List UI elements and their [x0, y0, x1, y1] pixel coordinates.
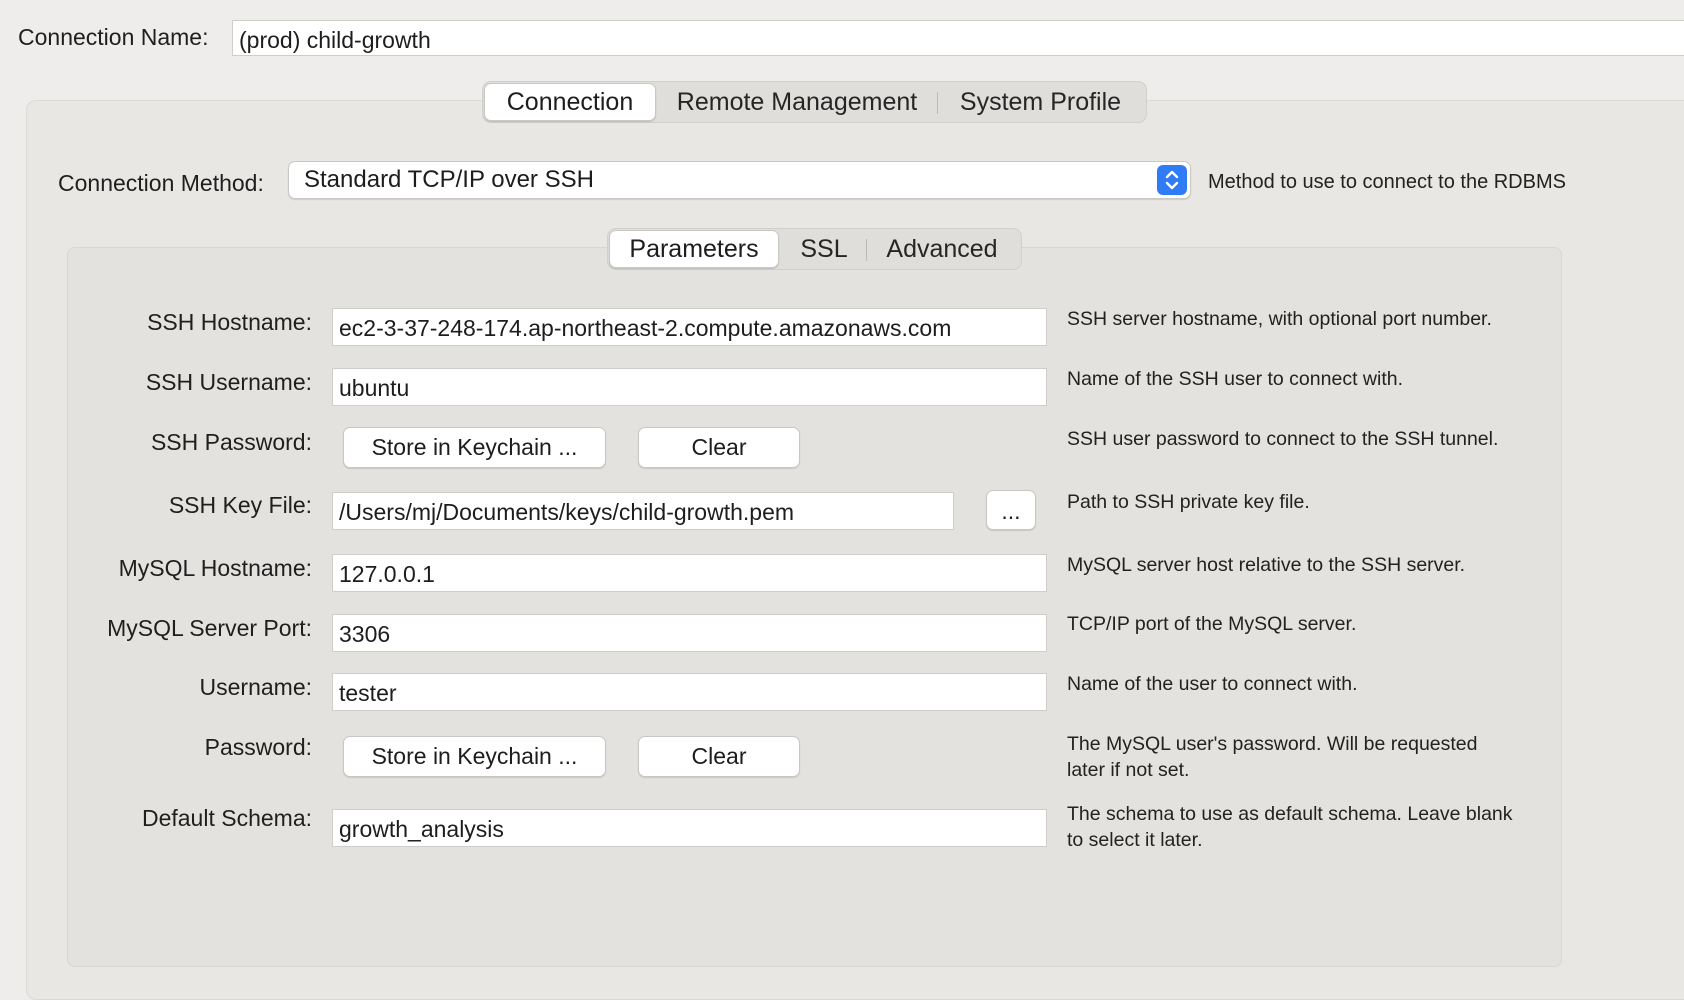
password-label: Password: [204, 734, 312, 760]
tab-advanced[interactable]: Advanced [867, 229, 1017, 269]
ssh-hostname-help: SSH server hostname, with optional port … [1067, 308, 1492, 330]
ssh-password-help: SSH user password to connect to the SSH … [1067, 428, 1499, 450]
mysql-port-label: MySQL Server Port: [107, 615, 312, 641]
mysql-port-help: TCP/IP port of the MySQL server. [1067, 613, 1357, 635]
tab-connection[interactable]: Connection [484, 83, 656, 121]
ssh-username-help: Name of the SSH user to connect with. [1067, 368, 1403, 390]
connection-method-help: Method to use to connect to the RDBMS [1208, 171, 1566, 193]
ssh-username-label: SSH Username: [145, 369, 312, 395]
username-label: Username: [199, 674, 312, 700]
tab-parameters[interactable]: Parameters [609, 230, 779, 268]
ssh-key-file-input[interactable]: /Users/mj/Documents/keys/child-growth.pe… [332, 492, 954, 530]
parameters-panel [67, 247, 1562, 967]
password-help: The MySQL user's password. Will be reque… [1067, 731, 1478, 783]
connection-method-label: Connection Method: [58, 170, 264, 196]
connection-method-value: Standard TCP/IP over SSH [304, 166, 594, 193]
password-store-button[interactable]: Store in Keychain ... [343, 736, 606, 777]
tab-ssl[interactable]: SSL [780, 229, 868, 269]
mysql-hostname-label: MySQL Hostname: [118, 555, 312, 581]
mysql-hostname-help: MySQL server host relative to the SSH se… [1067, 554, 1466, 576]
tab-system-profile[interactable]: System Profile [938, 82, 1143, 122]
connection-name-label: Connection Name: [18, 24, 209, 50]
ssh-key-file-label: SSH Key File: [168, 492, 312, 518]
default-schema-input[interactable]: growth_analysis [332, 809, 1047, 847]
browse-key-file-button[interactable]: ... [986, 490, 1036, 530]
username-help: Name of the user to connect with. [1067, 673, 1358, 695]
connection-method-select[interactable]: Standard TCP/IP over SSH [288, 161, 1191, 199]
password-help-line-2: later if not set. [1067, 759, 1190, 781]
ssh-password-store-button[interactable]: Store in Keychain ... [343, 427, 606, 468]
username-input[interactable]: tester [332, 673, 1047, 711]
ssh-key-file-help: Path to SSH private key file. [1067, 491, 1310, 513]
password-clear-button[interactable]: Clear [638, 736, 800, 777]
chevron-up-down-icon[interactable] [1157, 165, 1187, 195]
ssh-password-clear-button[interactable]: Clear [638, 427, 800, 468]
mysql-hostname-input[interactable]: 127.0.0.1 [332, 554, 1047, 592]
default-schema-help-line-2: to select it later. [1067, 829, 1203, 851]
mysql-port-input[interactable]: 3306 [332, 614, 1047, 652]
default-schema-label: Default Schema: [141, 805, 312, 831]
tab-remote-management[interactable]: Remote Management [658, 82, 936, 122]
ssh-username-input[interactable]: ubuntu [332, 368, 1047, 406]
default-schema-help-line-1: The schema to use as default schema. Lea… [1067, 803, 1513, 825]
ssh-hostname-label: SSH Hostname: [147, 309, 312, 335]
connection-name-input[interactable]: (prod) child-growth [232, 20, 1684, 56]
password-help-line-1: The MySQL user's password. Will be reque… [1067, 733, 1478, 755]
ssh-hostname-input[interactable]: ec2-3-37-248-174.ap-northeast-2.compute.… [332, 308, 1047, 346]
default-schema-help: The schema to use as default schema. Lea… [1067, 801, 1513, 853]
ssh-password-label: SSH Password: [150, 429, 312, 455]
